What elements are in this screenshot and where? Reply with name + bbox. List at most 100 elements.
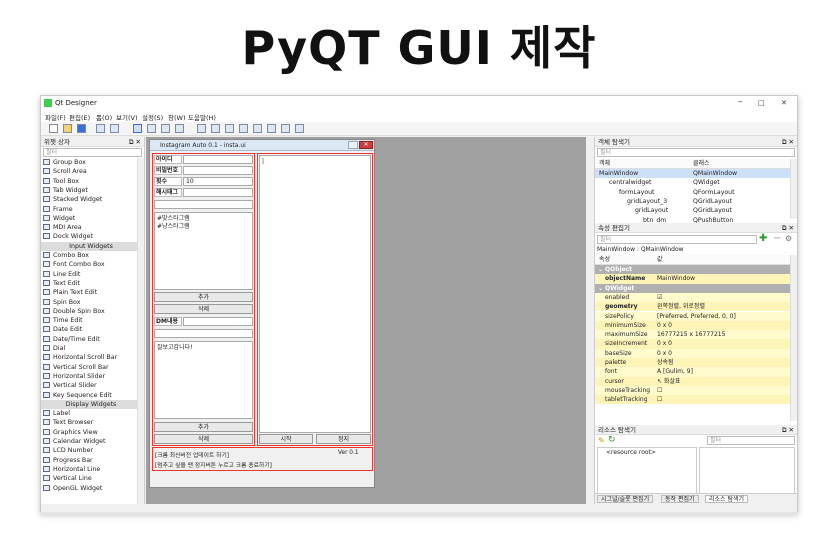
hashtag-entry[interactable]: [154, 200, 253, 209]
form-close-button[interactable]: ✕: [359, 141, 373, 149]
menu-window[interactable]: 창(W): [168, 112, 185, 122]
menu-edit[interactable]: 편집(E): [69, 112, 90, 122]
panel-float-close-icon[interactable]: ⧉ ✕: [129, 137, 141, 147]
widget-item[interactable]: Date Edit: [43, 325, 82, 334]
widget-box-scrollbar[interactable]: [137, 158, 144, 504]
prop-row[interactable]: sizePolicy [Preferred, Preferred, 0, 0]: [595, 311, 792, 321]
prop-row-objectname[interactable]: objectName MainWindow: [595, 274, 792, 284]
resource-tree[interactable]: <resource root>: [597, 447, 697, 494]
qwidget-section[interactable]: ⌄ QWidget: [595, 283, 792, 293]
object-tree-row[interactable]: formLayout QFormLayout: [595, 188, 792, 197]
prop-row[interactable]: geometry 왼쪽정렬, 위로정렬: [595, 302, 792, 312]
object-tree-row[interactable]: gridLayout QGridLayout: [595, 206, 792, 215]
send-back-icon[interactable]: [96, 124, 105, 133]
form-window[interactable]: Instagram Auto 0.1 - insta.ui ✕ 아이디 비밀번호…: [149, 139, 375, 488]
widget-item[interactable]: Tool Box: [43, 177, 79, 186]
widget-item[interactable]: Line Edit: [43, 270, 80, 279]
adjust-size-icon[interactable]: [295, 124, 304, 133]
minimize-button[interactable]: –: [738, 97, 743, 107]
widget-item[interactable]: Progress Bar: [43, 456, 93, 465]
widget-item[interactable]: Stacked Widget: [43, 195, 102, 204]
menu-file[interactable]: 파일(F): [45, 112, 66, 122]
hashtag-delete-button[interactable]: 삭제: [154, 304, 253, 314]
object-filter-input[interactable]: 필터: [597, 148, 795, 157]
prop-row[interactable]: maximumSize 16777215 x 16777215: [595, 330, 792, 340]
widget-item[interactable]: Text Browser: [43, 418, 93, 427]
prop-row[interactable]: palette 상속됨: [595, 358, 792, 368]
reload-icon[interactable]: ↻: [608, 435, 616, 445]
new-file-icon[interactable]: [49, 124, 58, 133]
menu-view[interactable]: 보기(V): [116, 112, 137, 122]
id-input[interactable]: [183, 155, 253, 164]
widget-item[interactable]: Double Spin Box: [43, 307, 105, 316]
widget-item[interactable]: Horizontal Scroll Bar: [43, 353, 117, 362]
hashtag-list[interactable]: #맞스타그램 #냥스타그램: [154, 212, 253, 290]
close-button[interactable]: ✕: [781, 99, 787, 107]
object-scrollbar[interactable]: [790, 159, 797, 219]
start-button[interactable]: 시작: [259, 434, 313, 444]
widget-item[interactable]: OpenGL Widget: [43, 484, 102, 493]
widget-item[interactable]: Calendar Widget: [43, 437, 106, 446]
widget-item[interactable]: LCD Number: [43, 446, 93, 455]
property-scrollbar[interactable]: [790, 255, 797, 421]
prop-row[interactable]: mouseTracking ☐: [595, 385, 792, 396]
maximize-button[interactable]: □: [758, 99, 765, 107]
prop-row[interactable]: minimumSize 0 x 0: [595, 320, 792, 331]
category-display-widgets[interactable]: Display Widgets: [41, 399, 141, 409]
count-input[interactable]: 10: [183, 177, 253, 186]
layout-h-splitter-icon[interactable]: [225, 124, 234, 133]
stop-button[interactable]: 정지: [316, 434, 371, 444]
panel-float-close-icon[interactable]: ⧉ ✕: [782, 223, 794, 233]
widget-item[interactable]: Vertical Line: [43, 474, 92, 483]
edit-resources-icon[interactable]: ✎: [598, 436, 605, 445]
open-folder-icon[interactable]: [63, 124, 72, 133]
widget-item[interactable]: Vertical Scroll Bar: [43, 363, 109, 372]
prop-row[interactable]: sizeIncrement 0 x 0: [595, 339, 792, 349]
edit-buddies-icon[interactable]: [161, 124, 170, 133]
widget-item[interactable]: Spin Box: [43, 298, 80, 307]
widget-item[interactable]: Vertical Slider: [43, 381, 97, 390]
resource-files[interactable]: [699, 447, 795, 494]
log-output[interactable]: |: [259, 155, 371, 433]
widget-item[interactable]: Tab Widget: [43, 186, 88, 195]
layout-v-splitter-icon[interactable]: [239, 124, 248, 133]
menu-settings[interactable]: 설정(S): [142, 112, 163, 122]
widget-item[interactable]: Date/Time Edit: [43, 335, 100, 344]
save-icon[interactable]: [77, 124, 86, 133]
tab-action-editor[interactable]: 동작 편집기: [661, 495, 699, 503]
hashtag-input[interactable]: [183, 188, 253, 197]
layout-horizontal-icon[interactable]: [197, 124, 206, 133]
menu-help[interactable]: 도움말(H): [188, 112, 216, 122]
tab-signal-slot[interactable]: 시그널/슬롯 편집기: [597, 495, 654, 503]
widget-item[interactable]: Frame: [43, 205, 73, 214]
widget-item[interactable]: Combo Box: [43, 251, 89, 260]
bring-front-icon[interactable]: [110, 124, 119, 133]
widget-item[interactable]: Group Box: [43, 158, 86, 167]
prop-row[interactable]: tabletTracking ☐: [595, 395, 792, 405]
edit-widgets-icon[interactable]: [133, 124, 142, 133]
widget-item[interactable]: Text Edit: [43, 279, 80, 288]
widget-item[interactable]: Time Edit: [43, 316, 83, 325]
hashtag-add-button[interactable]: 추가: [154, 292, 253, 302]
panel-float-close-icon[interactable]: ⧉ ✕: [782, 137, 794, 147]
add-property-icon[interactable]: ✚: [759, 234, 767, 244]
widget-item[interactable]: Dock Widget: [43, 232, 93, 241]
password-input[interactable]: [183, 166, 253, 175]
prop-row[interactable]: enabled ☑: [595, 292, 792, 303]
object-tree-row[interactable]: MainWindow QMainWindow: [595, 169, 792, 178]
widget-item[interactable]: Label: [43, 409, 70, 418]
widget-item[interactable]: Widget: [43, 214, 75, 223]
object-tree-row[interactable]: centralwidget QWidget: [595, 178, 792, 187]
tab-resource-browser[interactable]: 리소스 탐색기: [705, 495, 749, 503]
prop-row[interactable]: font A [Gulim, 9]: [595, 367, 792, 377]
dm-add-button[interactable]: 추가: [154, 422, 253, 432]
break-layout-icon[interactable]: [281, 124, 290, 133]
dm-input[interactable]: [183, 317, 253, 326]
layout-grid-icon[interactable]: [253, 124, 262, 133]
category-input-widgets[interactable]: Input Widgets: [41, 241, 141, 251]
remove-property-icon[interactable]: −: [773, 234, 781, 244]
resource-filter-input[interactable]: 필터: [707, 436, 795, 445]
widget-item[interactable]: Font Combo Box: [43, 260, 105, 269]
qobject-section[interactable]: ⌄ QObject: [595, 265, 792, 275]
widget-item[interactable]: Key Sequence Edit: [43, 391, 112, 400]
